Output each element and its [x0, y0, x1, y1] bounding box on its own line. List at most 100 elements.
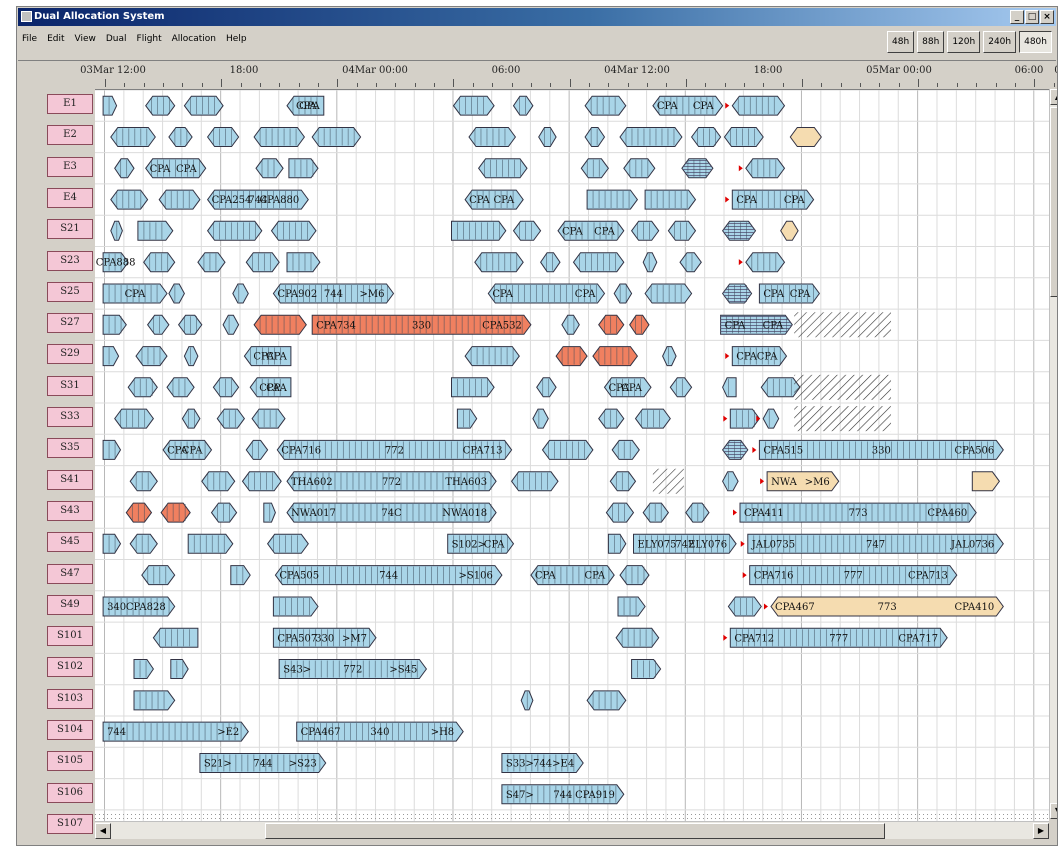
stand-label-e4[interactable]: E4 [47, 187, 93, 208]
flight-bar[interactable]: CPACPA [530, 565, 615, 586]
flight-bar[interactable]: CPA712 777 CPA717 [723, 627, 948, 648]
flight-bar[interactable] [681, 158, 714, 179]
flight-bar[interactable]: S47> 744 CPA919 [501, 784, 625, 805]
menu-dual[interactable]: Dual [106, 34, 127, 44]
stand-label-s21[interactable]: S21 [47, 219, 93, 240]
flight-bar[interactable] [102, 314, 127, 335]
flight-bar[interactable]: CPACPA [243, 346, 292, 367]
flight-bar[interactable] [756, 408, 780, 429]
flight-bar[interactable] [201, 471, 236, 492]
flight-bar[interactable] [474, 252, 524, 273]
close-button[interactable]: × [1040, 10, 1054, 24]
flight-bar[interactable]: CPACPA [557, 220, 625, 241]
flight-bar[interactable] [222, 314, 240, 335]
flight-bar[interactable] [452, 95, 495, 116]
flight-bar[interactable] [789, 127, 822, 147]
title-bar[interactable]: Dual Allocation System _ □ × [18, 8, 1056, 26]
flight-bar[interactable] [561, 314, 580, 335]
flight-bar[interactable] [286, 252, 321, 273]
stand-label-s104[interactable]: S104 [47, 720, 93, 740]
flight-bar[interactable]: CPA888 [96, 252, 136, 273]
flight-bar[interactable] [263, 502, 276, 523]
flight-bar[interactable] [181, 408, 201, 429]
flight-bar[interactable] [584, 95, 627, 116]
flight-bar[interactable] [592, 346, 639, 367]
flight-bar[interactable] [160, 502, 191, 523]
scroll-right-button[interactable]: ▶ [1033, 823, 1049, 839]
flight-bar[interactable]: CPA515 330 CPA506 [752, 439, 1004, 460]
flight-bar[interactable] [272, 596, 319, 617]
flight-bar[interactable] [662, 346, 677, 367]
flight-bar[interactable] [133, 690, 176, 711]
flight-bar[interactable] [166, 377, 195, 398]
menu-help[interactable]: Help [226, 34, 247, 44]
flight-bar[interactable] [230, 565, 251, 586]
flight-bar[interactable]: CPA716 772 CPA713 [276, 439, 513, 460]
flight-bar[interactable] [451, 220, 507, 241]
flight-bar[interactable]: CPACPA [652, 95, 724, 116]
stand-label-s106[interactable]: S106 [47, 782, 93, 803]
flight-bar[interactable] [738, 252, 786, 273]
flight-bar[interactable]: CPA716 777 CPA713 [742, 565, 958, 586]
flight-bar[interactable] [232, 283, 249, 304]
flight-bar[interactable] [760, 377, 801, 398]
flight-bar[interactable] [586, 690, 627, 711]
flight-bar[interactable] [102, 95, 118, 116]
flight-bar[interactable] [667, 220, 697, 241]
flight-bar[interactable] [288, 158, 319, 179]
flight-bar[interactable] [206, 127, 240, 147]
flight-bar[interactable] [168, 127, 193, 147]
flight-bar[interactable]: CPA254744CPA880 [206, 189, 309, 210]
menu-view[interactable]: View [75, 34, 96, 44]
flight-bar[interactable] [512, 220, 542, 241]
flight-bar[interactable] [725, 95, 786, 116]
flight-bar[interactable]: 744 >E2 [102, 721, 249, 742]
flight-bar[interactable]: S21> 744 >S23 [199, 753, 327, 773]
flight-bar[interactable]: CPA505 744 >S106 [274, 565, 503, 586]
vertical-scroll-thumb[interactable] [1050, 107, 1057, 297]
flight-bar[interactable] [158, 189, 201, 210]
flight-bar[interactable]: CPACPA [249, 377, 292, 398]
flight-bar[interactable] [241, 471, 282, 492]
range-button-88h[interactable]: 88h [917, 31, 945, 53]
maximize-button[interactable]: □ [1025, 10, 1039, 24]
flight-bar[interactable] [644, 283, 693, 304]
flight-bar[interactable] [110, 220, 123, 241]
range-button-480h[interactable]: 480h [1019, 31, 1052, 53]
stand-label-s43[interactable]: S43 [47, 500, 93, 521]
flight-bar[interactable] [102, 346, 120, 367]
stand-label-s49[interactable]: S49 [47, 594, 93, 615]
flight-bar[interactable] [738, 158, 786, 179]
scroll-up-button[interactable]: ▲ [1050, 89, 1057, 105]
flight-bar[interactable]: CPA467 340 >H8 [296, 721, 464, 742]
flight-bar[interactable] [110, 127, 156, 147]
flight-bar[interactable] [780, 220, 799, 241]
flight-bar[interactable] [580, 158, 610, 179]
flight-bar[interactable] [723, 408, 761, 429]
flight-bar[interactable] [615, 627, 660, 648]
menu-file[interactable]: File [22, 34, 37, 44]
flight-bar[interactable] [644, 189, 697, 210]
flight-bar[interactable] [477, 158, 528, 179]
menu-allocation[interactable]: Allocation [172, 34, 216, 44]
flight-bar[interactable] [721, 220, 757, 241]
stand-label-s29[interactable]: S29 [47, 344, 93, 365]
flight-bar[interactable] [634, 408, 671, 429]
menu-edit[interactable]: Edit [47, 34, 64, 44]
stand-label-s45[interactable]: S45 [47, 532, 93, 553]
flight-bar[interactable] [721, 439, 749, 460]
flight-bar[interactable] [152, 627, 199, 648]
flight-bar[interactable] [266, 533, 309, 554]
flight-bar[interactable] [251, 408, 286, 429]
flight-bar[interactable]: CPACPA [758, 283, 821, 304]
flight-bar[interactable] [456, 408, 478, 429]
flight-bar[interactable] [212, 377, 240, 398]
flight-bar[interactable] [538, 127, 557, 147]
flight-bar[interactable] [619, 127, 683, 147]
flight-bar[interactable]: CPACPA [725, 346, 788, 367]
flight-bar[interactable] [102, 533, 122, 554]
flight-bar[interactable]: CPACPA [286, 95, 325, 116]
flight-bar[interactable] [451, 377, 495, 398]
flight-bar[interactable]: NWA017 74C NWA018 [286, 502, 497, 523]
flight-bar[interactable] [183, 95, 224, 116]
